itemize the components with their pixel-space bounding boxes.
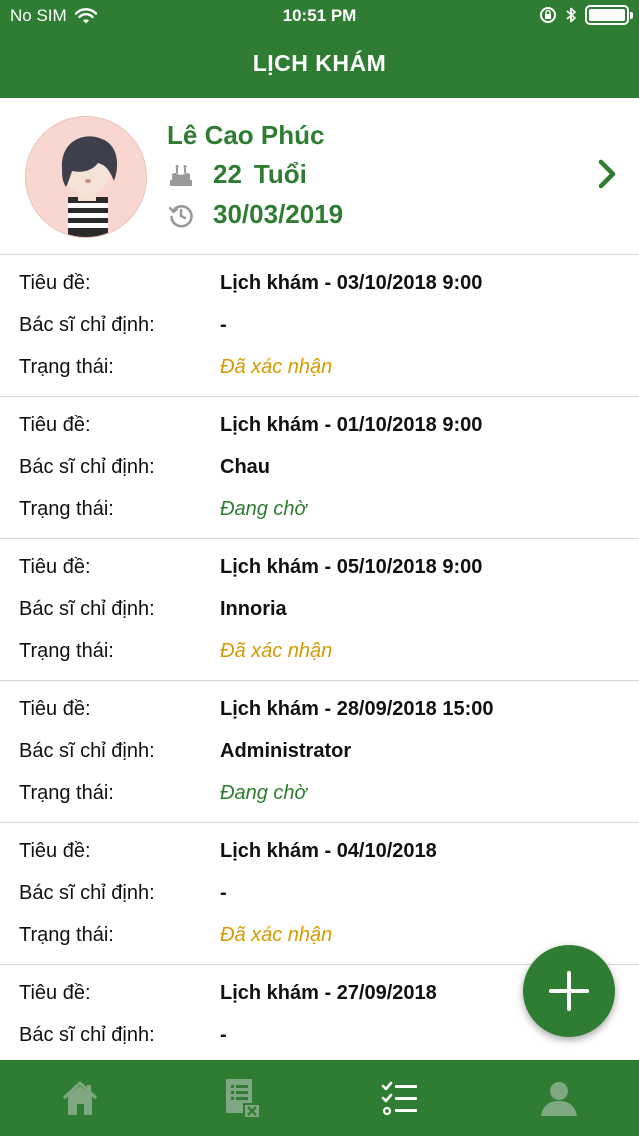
title-label: Tiêu đề: xyxy=(19,982,91,1004)
profile-card[interactable]: Lê Cao Phúc 22 Tuổi 30/03/2019 xyxy=(0,98,639,255)
tab-home[interactable] xyxy=(58,1076,102,1120)
birthday-cake-icon xyxy=(167,161,195,189)
appointment-doctor: - xyxy=(220,882,227,904)
patient-name: Lê Cao Phúc xyxy=(167,120,325,150)
appointment-item[interactable]: Tiêu đề: Lịch khám - 04/10/2018 Bác sĩ c… xyxy=(0,823,639,965)
plus-icon xyxy=(549,971,589,1011)
history-clock-icon xyxy=(167,201,195,229)
doctor-label: Bác sĩ chỉ định: xyxy=(19,456,155,478)
title-label: Tiêu đề: xyxy=(19,840,91,862)
tab-profile[interactable] xyxy=(537,1076,581,1120)
appointment-item[interactable]: Tiêu đề: Lịch khám - 03/10/2018 9:00 Bác… xyxy=(0,255,639,397)
avatar xyxy=(25,116,147,238)
appointment-title: Lịch khám - 28/09/2018 15:00 xyxy=(220,698,494,720)
doctor-label: Bác sĩ chỉ định: xyxy=(19,1024,155,1046)
checklist-icon xyxy=(381,1081,417,1116)
appointment-title: Lịch khám - 04/10/2018 xyxy=(220,840,437,862)
user-icon xyxy=(541,1082,577,1116)
status-label: Trạng thái: xyxy=(19,924,114,946)
orientation-lock-icon xyxy=(540,7,556,23)
page-title: LỊCH KHÁM xyxy=(252,50,387,76)
appointment-doctor: Chau xyxy=(220,456,270,478)
doctor-label: Bác sĩ chỉ định: xyxy=(19,882,155,904)
avatar-illustration xyxy=(26,117,146,237)
appointment-doctor: Administrator xyxy=(220,740,352,762)
appointment-status: Đang chờ xyxy=(220,782,307,804)
status-right xyxy=(539,5,633,25)
tab-bar xyxy=(0,1060,639,1136)
tab-appointments[interactable] xyxy=(378,1076,422,1120)
age-row: 22 Tuổi xyxy=(167,159,307,190)
add-appointment-button[interactable] xyxy=(523,945,615,1037)
appointment-title: Lịch khám - 05/10/2018 9:00 xyxy=(220,556,483,578)
appointment-status: Đã xác nhận xyxy=(220,356,333,378)
appointment-doctor: - xyxy=(220,314,227,336)
doctor-label: Bác sĩ chỉ định: xyxy=(19,598,155,620)
title-label: Tiêu đề: xyxy=(19,272,91,294)
profile-date: 30/03/2019 xyxy=(213,199,344,229)
status-label: Trạng thái: xyxy=(19,640,114,662)
battery-icon xyxy=(585,5,633,25)
bluetooth-icon xyxy=(566,7,576,23)
appointment-status: Đã xác nhận xyxy=(220,924,333,946)
appointment-list[interactable]: Tiêu đề: Lịch khám - 03/10/2018 9:00 Bác… xyxy=(0,255,639,1060)
appointment-doctor: - xyxy=(220,1024,227,1046)
status-bar: No SIM 10:51 PM xyxy=(0,0,639,34)
tab-records[interactable] xyxy=(220,1076,264,1120)
status-label: Trạng thái: xyxy=(19,782,114,804)
doctor-label: Bác sĩ chỉ định: xyxy=(19,314,155,336)
appointment-item[interactable]: Tiêu đề: Lịch khám - 05/10/2018 9:00 Bác… xyxy=(0,539,639,681)
date-row: 30/03/2019 xyxy=(167,199,343,230)
status-label: Trạng thái: xyxy=(19,498,114,520)
status-label: Trạng thái: xyxy=(19,356,114,378)
appointment-item[interactable]: Tiêu đề: Lịch khám - 01/10/2018 9:00 Bác… xyxy=(0,397,639,539)
appointment-doctor: Innoria xyxy=(220,598,287,620)
title-label: Tiêu đề: xyxy=(19,556,91,578)
title-label: Tiêu đề: xyxy=(19,414,91,436)
home-icon xyxy=(62,1081,98,1115)
appointment-title: Lịch khám - 27/09/2018 xyxy=(220,982,437,1004)
age-number: 22 xyxy=(213,159,242,189)
medical-record-icon xyxy=(226,1079,261,1119)
appointment-title: Lịch khám - 01/10/2018 9:00 xyxy=(220,414,483,436)
age-unit: Tuổi xyxy=(253,159,307,189)
app-header: No SIM 10:51 PM LỊCH KHÁM xyxy=(0,0,639,98)
appointment-status: Đang chờ xyxy=(220,498,307,520)
doctor-label: Bác sĩ chỉ định: xyxy=(19,740,155,762)
appointment-title: Lịch khám - 03/10/2018 9:00 xyxy=(220,272,483,294)
appointment-status: Đã xác nhận xyxy=(220,640,333,662)
chevron-right-icon[interactable] xyxy=(595,156,621,192)
appointment-item[interactable]: Tiêu đề: Lịch khám - 28/09/2018 15:00 Bá… xyxy=(0,681,639,823)
title-label: Tiêu đề: xyxy=(19,698,91,720)
